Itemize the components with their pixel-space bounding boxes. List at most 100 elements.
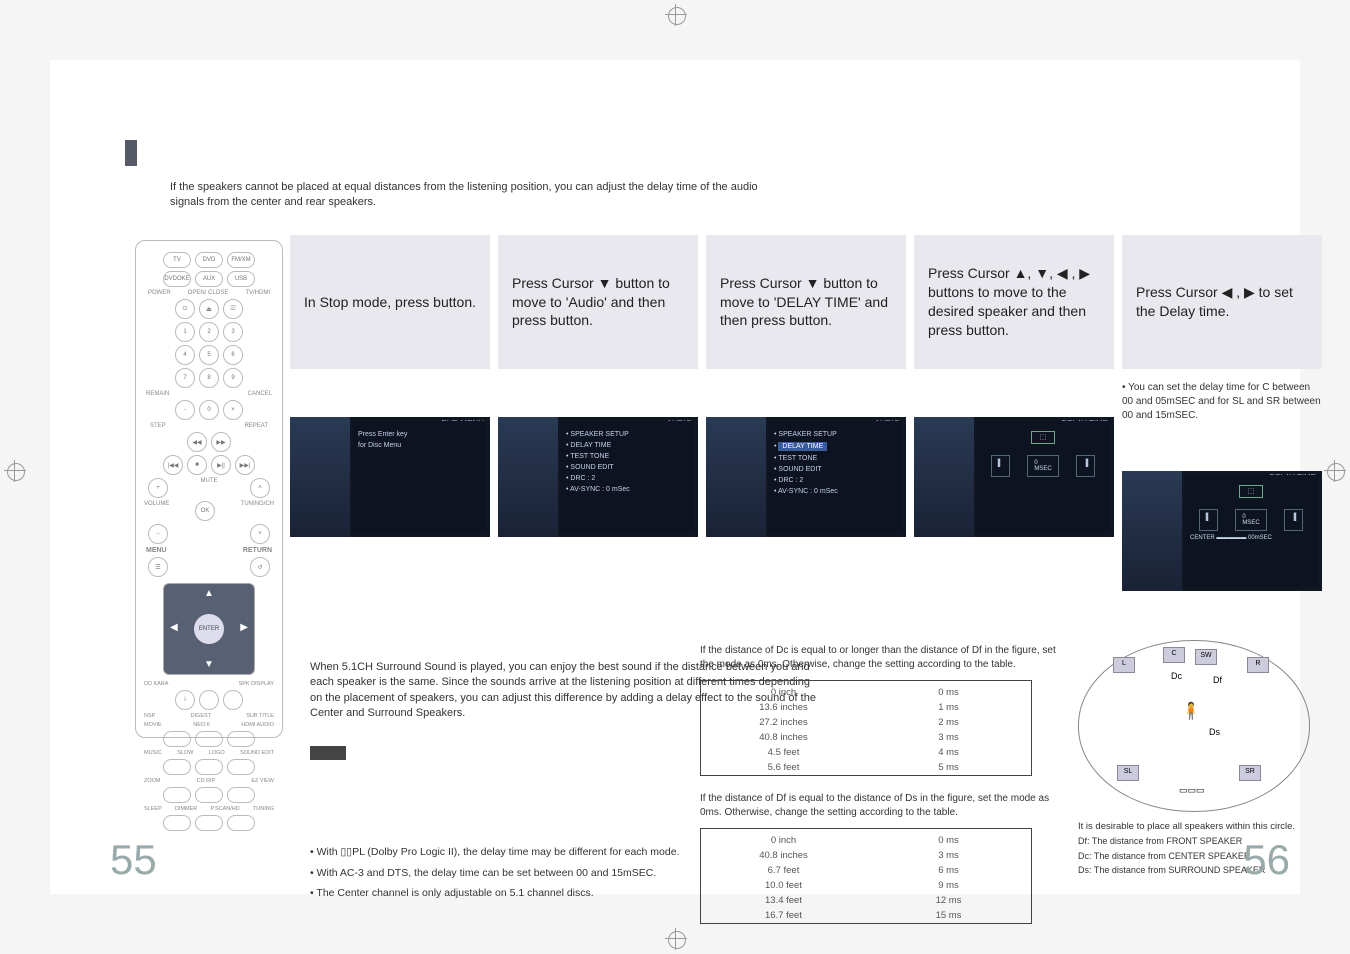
remote-label-remain: REMAIN xyxy=(146,391,169,397)
remote-digit-4: 4 xyxy=(175,345,195,365)
l-neo: NEO:6 xyxy=(193,722,210,728)
step-screen-4: DELAY TIME⬚▌0MSEC▐ xyxy=(914,417,1114,537)
remote-btn-rw: ◀◀ xyxy=(187,432,207,452)
dist-Df: Df xyxy=(1213,675,1222,685)
remote-btn-stop: ■ xyxy=(187,455,207,475)
speaker-SR: SR xyxy=(1239,765,1261,781)
step-screen-2: AUDIO• SPEAKER SETUP• DELAY TIME• TEST T… xyxy=(498,417,698,537)
table-cell-delay: 0 ms xyxy=(866,833,1031,848)
remote-label-mute: MUTE xyxy=(201,478,218,498)
remote-btn-cancel: × xyxy=(223,400,243,420)
table-cell-distance: 16.7 feet xyxy=(701,908,866,923)
remote-btn-eject: ⏏ xyxy=(199,299,219,319)
remote-btn-tv: TV xyxy=(163,252,191,268)
table-row: 13.4 feet12 ms xyxy=(701,893,1031,908)
rb2 xyxy=(195,731,223,747)
table-cell-distance: 40.8 inches xyxy=(701,730,866,745)
remote-btn-ff: ▶▶ xyxy=(211,432,231,452)
table-cell-delay: 0 ms xyxy=(866,685,1031,700)
l-sleep: SLEEP xyxy=(144,806,162,812)
rb7 xyxy=(163,787,191,803)
step-2: Press Cursor ▼ button to move to 'Audio'… xyxy=(498,235,698,591)
table-row: 6.7 feet6 ms xyxy=(701,863,1031,878)
screen-line: • DRC : 2 xyxy=(774,477,896,484)
table-cell-delay: 3 ms xyxy=(866,848,1031,863)
remote-digit-9: 9 xyxy=(223,368,243,388)
table-row: 5.6 feet5 ms xyxy=(701,760,1031,775)
screen-line: • TEST TONE xyxy=(774,455,896,462)
screen-line: • AV-SYNC : 0 mSec xyxy=(774,488,896,495)
step-note-5: • You can set the delay time for C betwe… xyxy=(1122,381,1322,423)
remote-digit-0: 0 xyxy=(199,400,219,420)
remote-btn-menu: ☰ xyxy=(148,557,168,577)
remote-btn-chdn: ˅ xyxy=(250,524,270,544)
legend-df: Df: The distance from FRONT SPEAKER xyxy=(1078,835,1328,848)
remote-btn-volup: + xyxy=(148,478,168,498)
remote-btn-next: ▶▶| xyxy=(235,455,255,475)
l-hdmiA: HDMI AUDIO xyxy=(241,722,274,728)
step-screen-1: DVD MENUPress Enter keyfor Disc Menu xyxy=(290,417,490,537)
surround-delay-table: 0 inch0 ms40.8 inches3 ms6.7 feet6 ms10.… xyxy=(700,828,1032,924)
l-ezv: EZ VIEW xyxy=(251,778,274,784)
remote-label-cancel: CANCEL xyxy=(248,391,272,397)
rb5 xyxy=(195,759,223,775)
l-se: SOUND EDIT xyxy=(240,750,274,756)
table-cell-distance: 13.6 inches xyxy=(701,700,866,715)
step-screen-3: AUDIO• SPEAKER SETUP• DELAY TIME• TEST T… xyxy=(706,417,906,537)
screen-line: • AV-SYNC : 0 mSec xyxy=(566,486,688,493)
table-cell-distance: 4.5 feet xyxy=(701,745,866,760)
remote-digit-5: 5 xyxy=(199,345,219,365)
rb12 xyxy=(227,815,255,831)
listener-icon: 🧍 xyxy=(1181,701,1201,721)
remote-btn-info: i xyxy=(175,690,195,710)
legend-dc: Dc: The distance from CENTER SPEAKER xyxy=(1078,850,1328,863)
table-row: 4.5 feet4 ms xyxy=(701,745,1031,760)
table-row: 16.7 feet15 ms xyxy=(701,908,1031,923)
page-spread: If the speakers cannot be placed at equa… xyxy=(50,60,1300,894)
speaker-SL: SL xyxy=(1117,765,1139,781)
page-number-left: 55 xyxy=(110,836,157,884)
rb4 xyxy=(163,759,191,775)
l-logo: LOGO xyxy=(209,750,225,756)
table-cell-delay: 12 ms xyxy=(866,893,1031,908)
remote-label-menu: MENU xyxy=(146,547,167,554)
remote-btn-voldn: − xyxy=(148,524,168,544)
table-cell-delay: 5 ms xyxy=(866,760,1031,775)
remote-digit-7: 7 xyxy=(175,368,195,388)
table-cell-distance: 10.0 feet xyxy=(701,878,866,893)
remote-btn-power: ⏻ xyxy=(175,299,195,319)
speaker-diagram: L C SW R SL SR Dc Df Ds 🧍 ▭▭▭ It is desi… xyxy=(1078,640,1328,877)
dpad-left-icon: ◀ xyxy=(170,622,178,633)
dpad-up-icon: ▲ xyxy=(204,588,214,599)
screen-line: • DELAY TIME xyxy=(566,442,688,449)
l-music: MUSIC xyxy=(144,750,162,756)
steps-row: In Stop mode, press button.DVD MENUPress… xyxy=(290,235,1350,591)
rb9 xyxy=(227,787,255,803)
table-cell-distance: 40.8 inches xyxy=(701,848,866,863)
step-5: Press Cursor ◀ , ▶ to set the Delay time… xyxy=(1122,235,1322,591)
table-cell-distance: 6.7 feet xyxy=(701,863,866,878)
center-text-1: If the distance of Dc is equal to or lon… xyxy=(700,644,1060,672)
step-4: Press Cursor ▲, ▼, ◀ , ▶ buttons to move… xyxy=(914,235,1114,591)
remote-digit-3: 3 xyxy=(223,322,243,342)
screen-line: • SPEAKER SETUP xyxy=(774,431,896,438)
l-movie: MOVIE xyxy=(144,722,162,728)
remote-btn-play: ▶|| xyxy=(211,455,231,475)
sofa-icon: ▭▭▭ xyxy=(1179,785,1205,796)
speaker-C: C xyxy=(1163,647,1185,663)
center-column: If the distance of Dc is equal to or lon… xyxy=(700,640,1060,940)
rb10 xyxy=(163,815,191,831)
table-cell-distance: 0 inch xyxy=(701,685,866,700)
remote-label-sdisp: SPK DISPLAY xyxy=(239,681,274,687)
screen-line: • TEST TONE xyxy=(566,453,688,460)
diagram-caption: It is desirable to place all speakers wi… xyxy=(1078,820,1328,833)
table-row: 40.8 inches3 ms xyxy=(701,730,1031,745)
speaker-SW: SW xyxy=(1195,649,1217,665)
screen-line: • SOUND EDIT xyxy=(774,466,896,473)
l-subt: SUB TITLE xyxy=(246,713,274,719)
screen-line: • SPEAKER SETUP xyxy=(566,431,688,438)
screen-line: • DELAY TIME xyxy=(774,442,896,451)
l-nsp: NSP xyxy=(144,713,155,719)
table-cell-distance: 0 inch xyxy=(701,833,866,848)
remote-btn-dvdoke: DVDOKE xyxy=(163,271,191,287)
